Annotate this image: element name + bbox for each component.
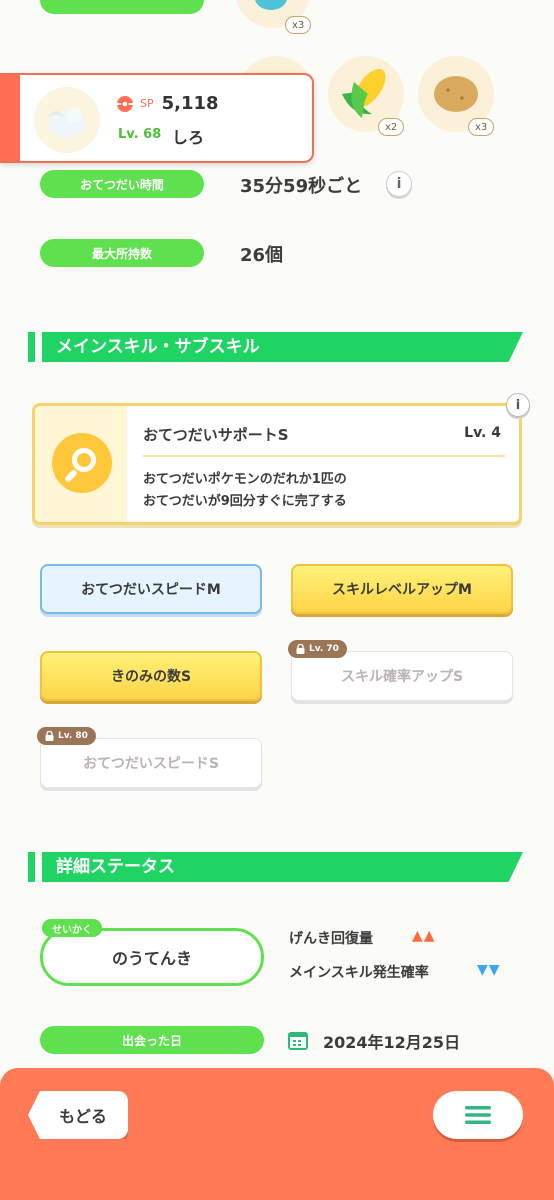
hamburger-menu-icon [465, 1106, 491, 1124]
subskill-button[interactable]: スキルレベルアップM [291, 564, 513, 614]
subskill-button[interactable]: おてつだいスピードM [40, 564, 262, 614]
sp-value: 5,118 [161, 93, 219, 114]
subskill-button-locked[interactable]: おてつだいスピードS [40, 738, 262, 788]
met-date-label: 出会った日 [40, 1026, 264, 1054]
lock-level-tag: Lv. 80 [37, 727, 96, 745]
details-section-title: 詳細ステータス [56, 857, 175, 877]
calendar-icon [288, 1032, 308, 1050]
lock-level-label: Lv. 70 [309, 644, 339, 654]
help-time-label: おてつだい時間 [40, 170, 204, 198]
pokeball-icon [117, 95, 133, 112]
skills-section-title: メインスキル・サブスキル [56, 337, 260, 357]
nature-up-label: げんき回復量 [289, 931, 373, 947]
main-skill-info-icon[interactable]: i [506, 393, 530, 417]
nature-down-marks: ▼▼ [477, 962, 501, 978]
nature-down-label: メインスキル発生確率 [289, 965, 429, 981]
skills-section-header: メインスキル・サブスキル [28, 332, 523, 362]
pokemon-card[interactable]: SP 5,118 Lv. 68 しろ [0, 73, 314, 163]
main-skill-badge [52, 433, 112, 493]
cut-off-stat-pill [40, 0, 204, 14]
main-skill-desc-line1: おてつだいポケモンのだれか1匹の [143, 472, 347, 487]
sp-label: SP [140, 97, 154, 110]
main-skill-desc-line2: おてつだいが9回分すぐに完了する [143, 494, 347, 509]
max-carry-value: 26個 [240, 245, 284, 266]
subskill-button-locked[interactable]: スキル確率アップS [291, 651, 513, 701]
sp-row: SP 5,118 [116, 93, 219, 114]
item-count: x2 [378, 118, 405, 136]
lock-level-label: Lv. 80 [58, 731, 88, 741]
lock-level-tag: Lv. 70 [288, 640, 347, 658]
menu-button[interactable] [433, 1091, 523, 1139]
section-accent-bar [28, 332, 35, 362]
lock-icon [45, 731, 54, 741]
pokemon-avatar [34, 87, 100, 153]
nature-tag: せいかく [42, 919, 102, 937]
main-skill-divider [143, 455, 505, 457]
subskill-button[interactable]: きのみの数S [40, 651, 262, 701]
pokemon-level: Lv. 68 [118, 127, 162, 142]
back-button[interactable]: もどる [28, 1091, 128, 1139]
max-carry-label: 最大所持数 [40, 239, 204, 267]
item-count: x3 [285, 16, 312, 34]
nature-up-marks: ▲▲ [412, 928, 436, 944]
main-skill-icon-area [35, 406, 127, 522]
help-time-value: 35分59秒ごと [240, 176, 363, 197]
item-count: x3 [468, 118, 495, 136]
back-button-label: もどる [59, 1107, 107, 1126]
info-icon[interactable]: i [386, 171, 412, 197]
main-skill-name: おてつだいサポートS [143, 426, 289, 444]
details-section-header: 詳細ステータス [28, 852, 523, 882]
met-date-value: 2024年12月25日 [323, 1033, 461, 1052]
pokemon-name: しろ [172, 128, 205, 147]
magnifier-icon [65, 448, 96, 482]
lock-icon [296, 644, 305, 654]
pokemon-sprite-icon [48, 107, 85, 137]
card-accent-strip [0, 75, 20, 161]
section-accent-bar [28, 852, 35, 882]
main-skill-level: Lv. 4 [464, 425, 501, 441]
main-skill-card[interactable]: おてつだいサポートS Lv. 4 おてつだいポケモンのだれか1匹の おてつだいが… [32, 403, 522, 525]
